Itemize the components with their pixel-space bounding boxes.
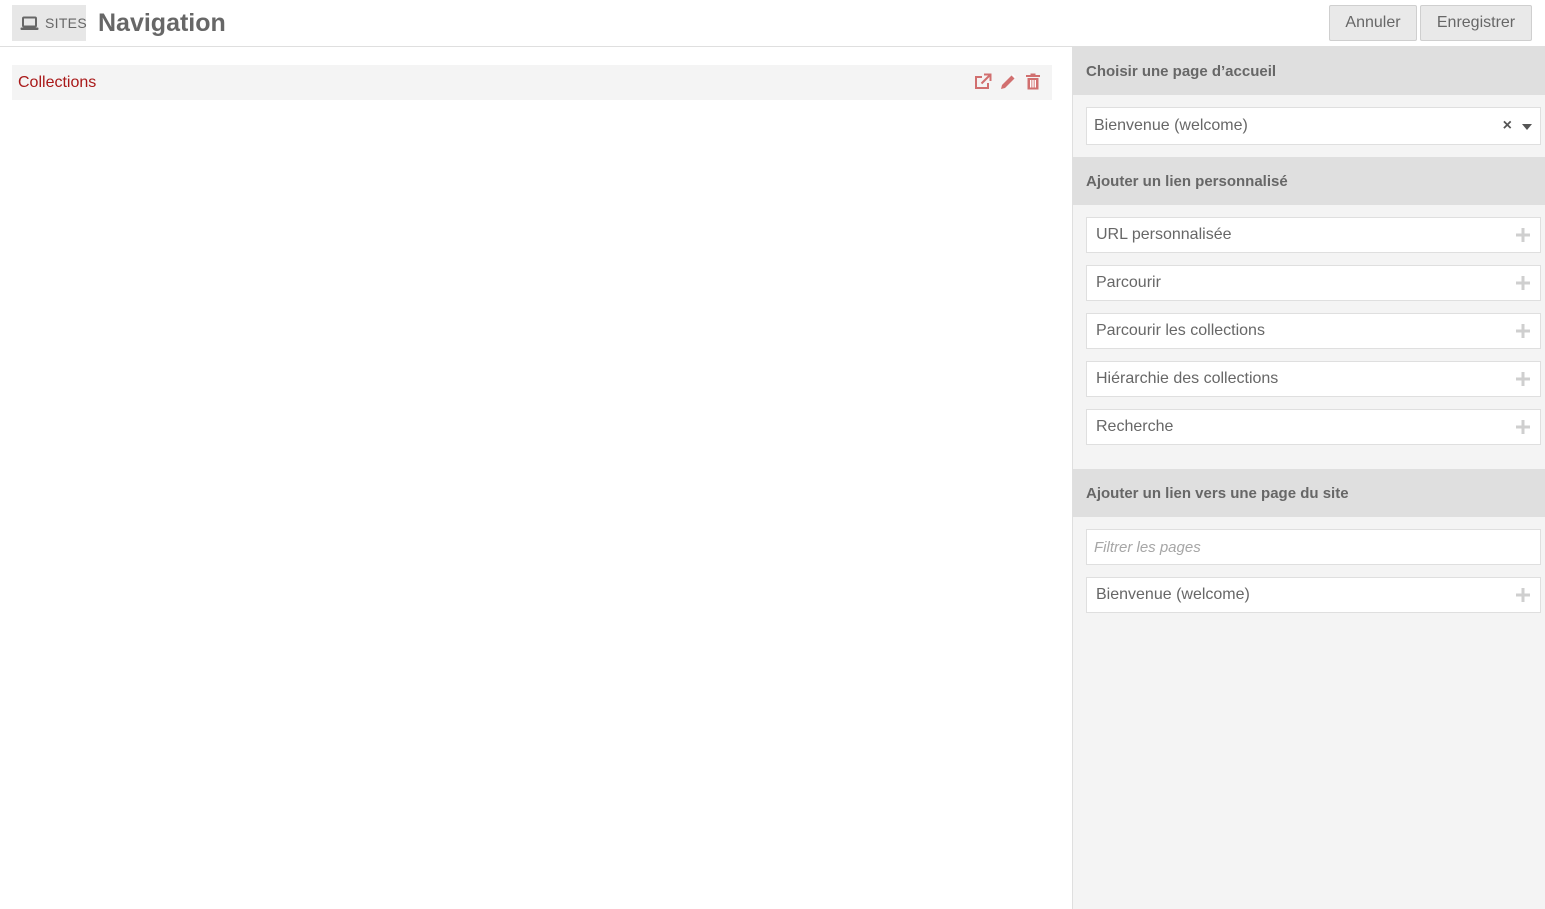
plus-icon[interactable]: [1514, 370, 1532, 388]
homepage-select-value: Bienvenue (welcome): [1094, 117, 1248, 134]
plus-icon[interactable]: [1514, 322, 1532, 340]
plus-icon[interactable]: [1514, 274, 1532, 292]
add-page-welcome[interactable]: Bienvenue (welcome): [1086, 577, 1541, 613]
custom-links-section-heading[interactable]: Ajouter un lien personnalisé: [1073, 157, 1545, 205]
link-label: Parcourir: [1096, 274, 1161, 291]
add-link-search[interactable]: Recherche: [1086, 409, 1541, 445]
laptop-icon: [20, 16, 39, 31]
clear-icon[interactable]: ×: [1503, 117, 1512, 135]
plus-icon[interactable]: [1514, 418, 1532, 436]
sidebar: Choisir une page d’accueil Bienvenue (we…: [1072, 47, 1545, 909]
add-link-collection-hierarchy[interactable]: Hiérarchie des collections: [1086, 361, 1541, 397]
homepage-section-heading[interactable]: Choisir une page d’accueil: [1073, 47, 1545, 95]
filter-pages-input[interactable]: [1086, 529, 1541, 565]
page-header: SITES Navigation Annuler Enregistrer: [0, 0, 1545, 47]
link-label: Recherche: [1096, 418, 1174, 435]
homepage-select[interactable]: Bienvenue (welcome) ×: [1086, 107, 1541, 145]
link-label: Bienvenue (welcome): [1096, 586, 1250, 603]
cancel-button[interactable]: Annuler: [1329, 5, 1417, 41]
pencil-icon[interactable]: [999, 73, 1017, 91]
link-label: Hiérarchie des collections: [1096, 370, 1279, 387]
add-link-browse-collections[interactable]: Parcourir les collections: [1086, 313, 1541, 349]
page-title: Navigation: [98, 9, 226, 37]
nav-item-collections[interactable]: Collections: [12, 65, 1052, 100]
save-button[interactable]: Enregistrer: [1420, 5, 1532, 41]
external-link-icon[interactable]: [974, 73, 992, 91]
nav-item-label: Collections: [18, 73, 97, 91]
trash-icon[interactable]: [1024, 73, 1042, 91]
add-link-url[interactable]: URL personnalisée: [1086, 217, 1541, 253]
link-label: Parcourir les collections: [1096, 322, 1265, 339]
add-link-browse[interactable]: Parcourir: [1086, 265, 1541, 301]
plus-icon[interactable]: [1514, 586, 1532, 604]
breadcrumb-sites[interactable]: SITES: [12, 5, 87, 41]
link-label: URL personnalisée: [1096, 226, 1232, 243]
chevron-down-icon[interactable]: [1522, 124, 1532, 130]
plus-icon[interactable]: [1514, 226, 1532, 244]
breadcrumb-label: SITES: [45, 15, 87, 31]
site-pages-section-heading[interactable]: Ajouter un lien vers une page du site: [1073, 469, 1545, 517]
nav-item-actions: [974, 73, 1042, 91]
